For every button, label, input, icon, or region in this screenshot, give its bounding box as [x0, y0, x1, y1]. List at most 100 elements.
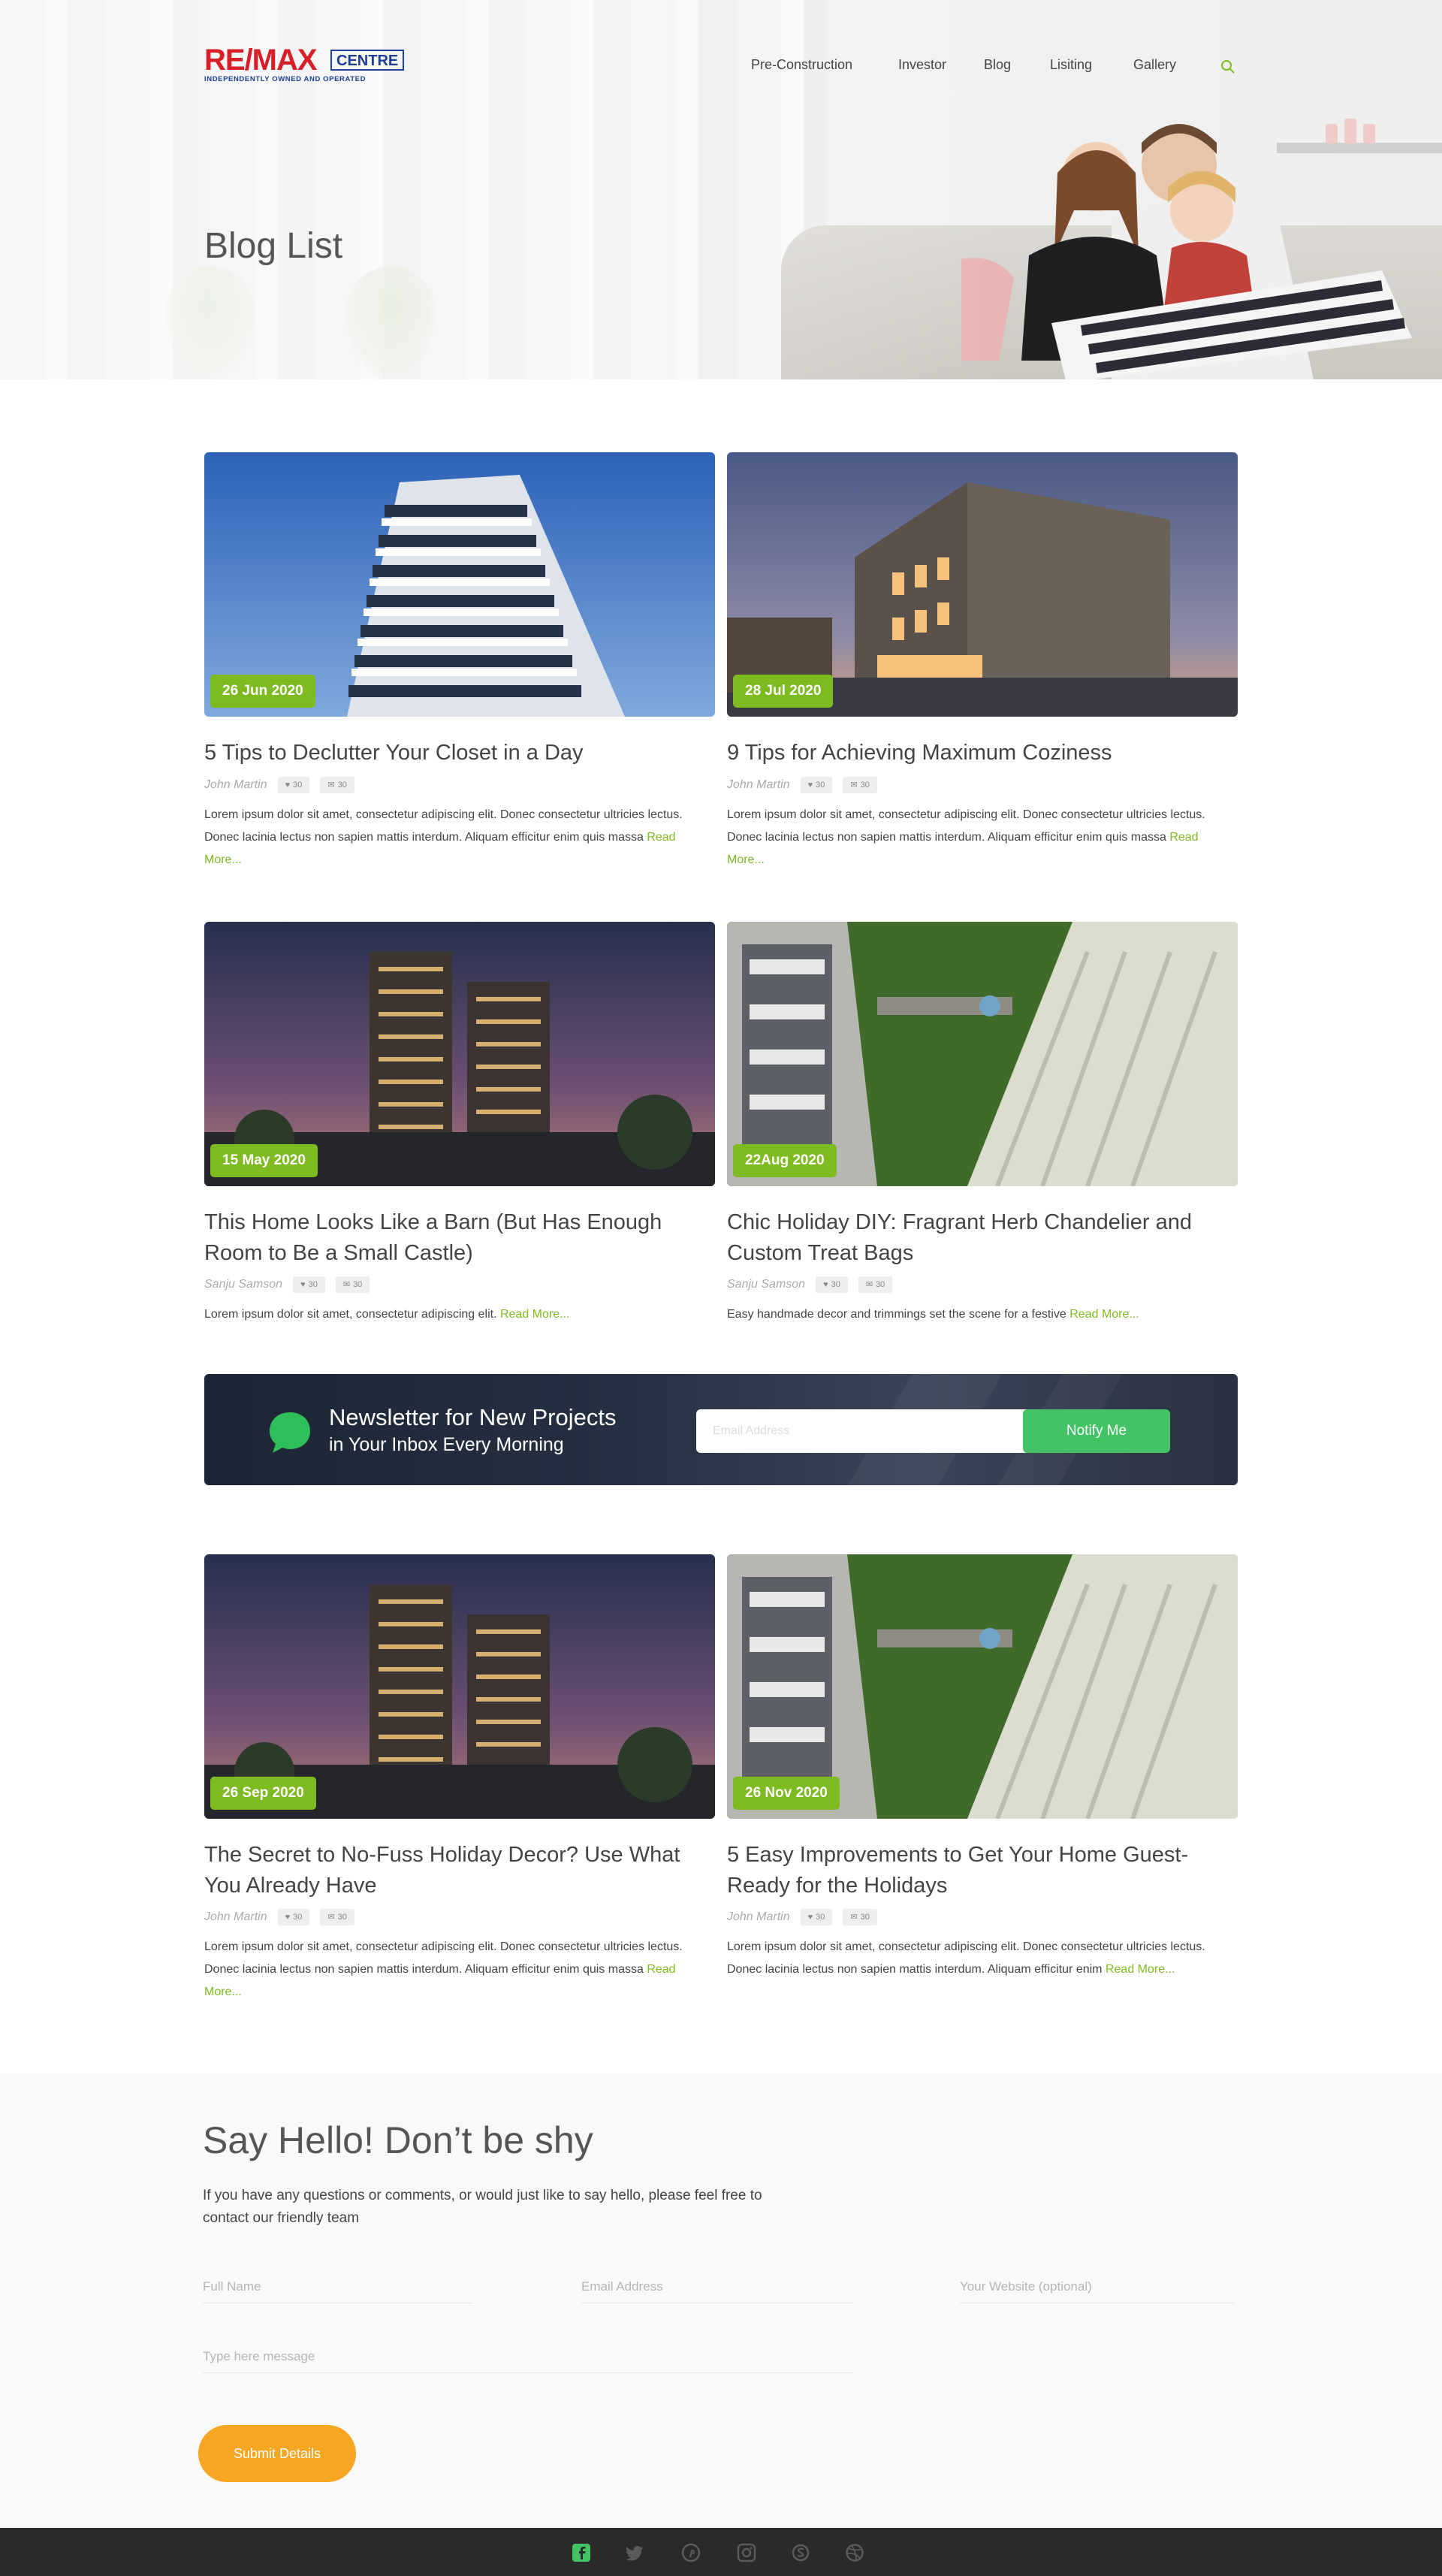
notify-me-button[interactable]: Notify Me [1023, 1409, 1170, 1453]
full-name-input[interactable] [203, 2270, 473, 2303]
search-icon[interactable] [1220, 59, 1235, 74]
facebook-icon[interactable] [572, 2543, 591, 2562]
blog-title[interactable]: This Home Looks Like a Barn (But Has Eno… [204, 1207, 700, 1269]
contact-heading: Say Hello! Don’t be shy [203, 2119, 593, 2161]
comment-icon: ✉ [327, 1913, 335, 1922]
comment-icon: ✉ [342, 1280, 351, 1289]
logo-centre-box: CENTRE [330, 50, 404, 71]
comments-badge[interactable]: ✉ 30 [335, 1276, 370, 1293]
blog-card: 26 Sep 2020 The Secret to No-Fuss Holida… [204, 1554, 715, 2005]
author-name: John Martin [727, 1910, 790, 1923]
contact-section: Say Hello! Don’t be shy If you have any … [0, 2073, 1442, 2528]
blog-excerpt: Lorem ipsum dolor sit amet, consectetur … [204, 804, 715, 871]
comment-icon: ✉ [327, 781, 335, 790]
message-input[interactable] [203, 2340, 853, 2373]
nav-investor[interactable]: Investor [898, 57, 946, 73]
likes-count: 30 [816, 1913, 825, 1922]
likes-badge[interactable]: ♥ 30 [293, 1276, 325, 1293]
read-more-link[interactable]: Read More... [500, 1308, 569, 1321]
email-input[interactable] [581, 2270, 853, 2303]
author-name: John Martin [204, 778, 267, 791]
blog-excerpt: Lorem ipsum dolor sit amet, consectetur … [204, 1303, 715, 1326]
heart-icon: ♥ [807, 781, 813, 790]
excerpt-text: Lorem ipsum dolor sit amet, consectetur … [204, 1308, 497, 1321]
comments-count: 30 [353, 1280, 363, 1289]
newsletter-subheading: in Your Inbox Every Morning [329, 1434, 564, 1455]
contact-intro: If you have any questions or comments, o… [203, 2188, 762, 2226]
blog-title[interactable]: 5 Tips to Declutter Your Closet in a Day [204, 738, 700, 769]
submit-details-button[interactable]: Submit Details [198, 2425, 356, 2482]
comments-badge[interactable]: ✉ 30 [843, 1909, 877, 1925]
blog-excerpt: Lorem ipsum dolor sit amet, consectetur … [727, 804, 1238, 871]
website-input[interactable] [960, 2270, 1235, 2303]
likes-badge[interactable]: ♥ 30 [800, 1909, 833, 1925]
comments-badge[interactable]: ✉ 30 [320, 1909, 354, 1925]
date-badge: 15 May 2020 [210, 1144, 318, 1177]
blog-meta: John Martin ♥ 30 ✉ 30 [727, 777, 877, 793]
blog-card: 26 Jun 2020 5 Tips to Declutter Your Clo… [204, 452, 715, 873]
author-name: Sanju Samson [204, 1278, 283, 1291]
nav-gallery[interactable]: Gallery [1133, 57, 1176, 73]
author-name: Sanju Samson [727, 1278, 806, 1291]
comments-badge[interactable]: ✉ 30 [843, 777, 877, 793]
blog-excerpt: Lorem ipsum dolor sit amet, consectetur … [204, 1936, 715, 2004]
newsletter-email-input[interactable] [696, 1409, 1027, 1453]
likes-count: 30 [831, 1280, 840, 1289]
newsletter-heading: Newsletter for New Projects [329, 1404, 617, 1430]
heart-icon: ♥ [285, 781, 291, 790]
likes-badge[interactable]: ♥ 30 [277, 777, 310, 793]
read-more-link[interactable]: Read More... [1106, 1963, 1175, 1976]
blog-meta: John Martin ♥ 30 ✉ 30 [204, 1909, 354, 1925]
comment-icon: ✉ [850, 1913, 858, 1922]
likes-count: 30 [293, 781, 303, 790]
blog-excerpt: Lorem ipsum dolor sit amet, consectetur … [727, 1936, 1238, 1981]
date-badge: 26 Nov 2020 [733, 1777, 840, 1810]
likes-badge[interactable]: ♥ 30 [277, 1909, 310, 1925]
comment-icon: ✉ [865, 1280, 873, 1289]
chat-bubble-icon [270, 1412, 310, 1453]
blog-card: 28 Jul 2020 9 Tips for Achieving Maximum… [727, 452, 1238, 873]
heart-icon: ♥ [807, 1913, 813, 1922]
likes-count: 30 [308, 1280, 318, 1289]
date-badge: 26 Jun 2020 [210, 675, 315, 708]
nav-listing[interactable]: Lisiting [1050, 57, 1092, 73]
likes-count: 30 [293, 1913, 303, 1922]
blog-meta: Sanju Samson ♥ 30 ✉ 30 [727, 1276, 893, 1293]
excerpt-text: Easy handmade decor and trimmings set th… [727, 1308, 1066, 1321]
excerpt-text: Lorem ipsum dolor sit amet, consectetur … [727, 808, 1205, 844]
comments-count: 30 [337, 1913, 347, 1922]
author-name: John Martin [727, 778, 790, 791]
page-title: Blog List [204, 226, 343, 266]
excerpt-text: Lorem ipsum dolor sit amet, consectetur … [204, 808, 683, 844]
nav-blog[interactable]: Blog [984, 57, 1011, 73]
likes-badge[interactable]: ♥ 30 [816, 1276, 848, 1293]
comments-badge[interactable]: ✉ 30 [320, 777, 354, 793]
author-name: John Martin [204, 1910, 267, 1923]
blog-title[interactable]: Chic Holiday DIY: Fragrant Herb Chandeli… [727, 1207, 1223, 1269]
read-more-link[interactable]: Read More... [1069, 1308, 1139, 1321]
logo-centre: CENTRE [336, 53, 399, 69]
blog-card: 22Aug 2020 Chic Holiday DIY: Fragrant He… [727, 922, 1238, 1342]
pinterest-icon[interactable] [681, 2543, 701, 2562]
heart-icon: ♥ [285, 1913, 291, 1922]
blog-meta: John Martin ♥ 30 ✉ 30 [204, 777, 354, 793]
comment-icon: ✉ [850, 781, 858, 790]
dribbble-icon[interactable] [845, 2543, 864, 2562]
blog-card: 26 Nov 2020 5 Easy Improvements to Get Y… [727, 1554, 1238, 2005]
excerpt-text: Lorem ipsum dolor sit amet, consectetur … [204, 1940, 683, 1976]
comments-count: 30 [860, 781, 870, 790]
twitter-icon[interactable] [626, 2543, 645, 2562]
likes-count: 30 [816, 781, 825, 790]
comments-count: 30 [337, 781, 347, 790]
skype-icon[interactable] [791, 2543, 810, 2562]
logo-wordmark: RE/MAX [204, 44, 318, 77]
blog-title[interactable]: 5 Easy Improvements to Get Your Home Gue… [727, 1840, 1223, 1901]
blog-title[interactable]: 9 Tips for Achieving Maximum Coziness [727, 738, 1223, 769]
instagram-icon[interactable] [737, 2543, 756, 2562]
likes-badge[interactable]: ♥ 30 [800, 777, 833, 793]
logo-tagline: INDEPENDENTLY OWNED AND OPERATED [204, 75, 367, 83]
comments-badge[interactable]: ✉ 30 [858, 1276, 893, 1293]
remax-logo[interactable]: RE/MAX CENTRE INDEPENDENTLY OWNED AND OP… [204, 44, 407, 89]
nav-pre-construction[interactable]: Pre-Construction [751, 57, 852, 73]
blog-title[interactable]: The Secret to No-Fuss Holiday Decor? Use… [204, 1840, 700, 1901]
